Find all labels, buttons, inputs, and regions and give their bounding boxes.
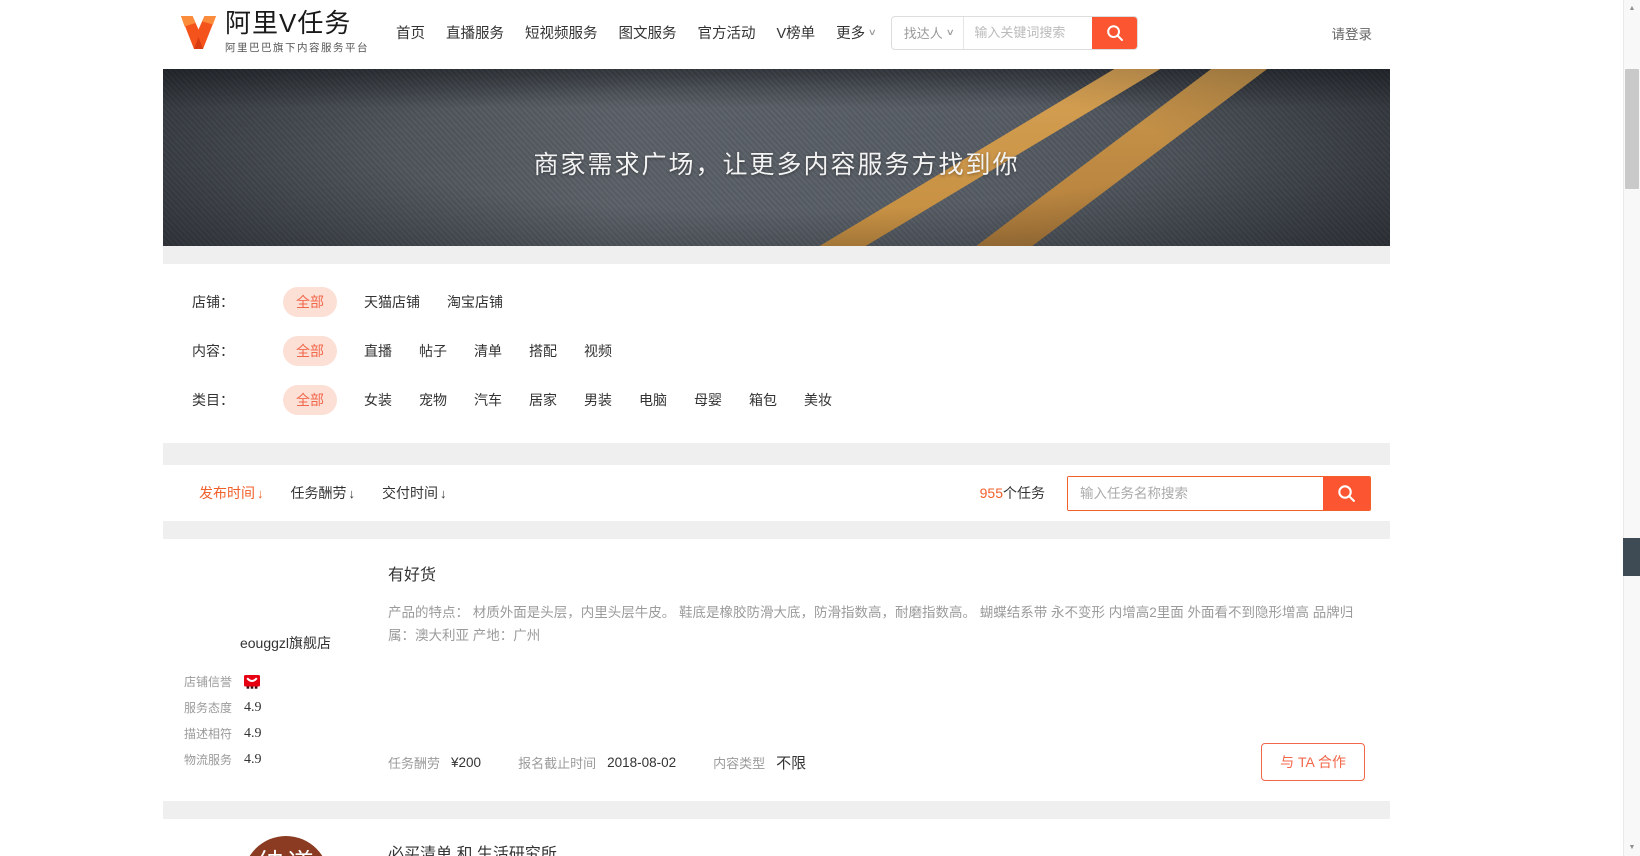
filter-option[interactable]: 清单 [474,336,502,366]
filter-option-all[interactable]: 全部 [283,287,337,317]
filter-option-all[interactable]: 全部 [283,385,337,415]
sort-bar: 发布时间↓ 任务酬劳↓ 交付时间↓ 955个任务 [163,465,1390,521]
filter-option[interactable]: 天猫店铺 [364,287,420,317]
nav-link-vrank[interactable]: V榜单 [777,22,816,43]
meta-deadline: 报名截止时间 2018-08-02 [518,753,676,772]
top-navbar: 阿里V任务 阿里巴巴旗下内容服务平台 首页 直播服务 短视频服务 图文服务 官方… [0,0,1640,65]
task-search-button[interactable] [1323,477,1370,510]
filter-row-category: 类目： 全部 女装 宠物 汽车 居家 男装 电脑 母婴 箱包 美妆 [192,385,1370,415]
filter-option[interactable]: 宠物 [419,385,447,415]
search-icon [1106,24,1124,42]
scrollbar-up-arrow[interactable]: ▲ [1624,0,1640,17]
filter-option[interactable]: 搭配 [529,336,557,366]
tmall-badge-icon [244,675,260,689]
filter-option[interactable]: 视频 [584,336,612,366]
brand-logo[interactable]: 阿里V任务 阿里巴巴旗下内容服务平台 [180,10,369,55]
filter-option[interactable]: 淘宝店铺 [447,287,503,317]
nav-link-home[interactable]: 首页 [396,22,425,43]
filter-label: 店铺： [192,292,283,312]
brand-tagline: 阿里巴巴旗下内容服务平台 [225,40,369,55]
chevron-down-icon: ∨ [945,27,954,38]
task-card: eouggzl旗舰店 店铺信誉 服务态度 4.9 描述相 [163,539,1390,801]
task-count: 955个任务 [980,483,1045,503]
hero-banner: 商家需求广场，让更多内容服务方找到你 [163,69,1390,246]
filter-row-content: 内容： 全部 直播 帖子 清单 搭配 视频 [192,336,1370,366]
filter-panel: 店铺： 全部 天猫店铺 淘宝店铺 内容： 全部 直播 帖子 清单 搭配 视频 类… [163,264,1390,443]
scrollbar-thumb[interactable] [1625,69,1639,189]
scrollbar[interactable]: ▲ ▼ [1623,0,1640,856]
store-reputation-row: 店铺信誉 [183,673,388,690]
navbar-search-button[interactable] [1092,17,1137,49]
filter-option[interactable]: 居家 [529,385,557,415]
rating-value: 4.9 [244,726,262,742]
filter-option-all[interactable]: 全部 [283,336,337,366]
store-name[interactable]: eouggzl旗舰店 [183,633,388,653]
arrow-down-icon: ↓ [440,486,447,501]
store-panel: eouggzl旗舰店 店铺信誉 服务态度 4.9 描述相 [163,561,388,781]
arrow-down-icon: ↓ [349,486,356,501]
task-meta-row: 任务酬劳 ¥200 报名截止时间 2018-08-02 内容类型 不限 与 TA… [388,743,1365,781]
brand-name: 阿里V任务 [225,10,369,36]
filter-option[interactable]: 母婴 [694,385,722,415]
filter-option[interactable]: 男装 [584,385,612,415]
sort-publish-time[interactable]: 发布时间↓ [199,483,264,503]
rating-value: 4.9 [244,700,262,716]
filter-option[interactable]: 汽车 [474,385,502,415]
task-count-number: 955 [980,485,1003,501]
filter-option[interactable]: 直播 [364,336,392,366]
filter-option[interactable]: 女装 [364,385,392,415]
scrollbar-down-arrow[interactable]: ▼ [1624,839,1640,856]
store-logo-placeholder [183,561,388,633]
login-link[interactable]: 请登录 [1332,23,1373,43]
filter-option[interactable]: 箱包 [749,385,777,415]
rating-row: 物流服务 4.9 [183,751,388,768]
filter-label: 类目： [192,390,283,410]
search-icon [1337,484,1356,503]
cooperate-button[interactable]: 与 TA 合作 [1261,743,1365,781]
main-content: 商家需求广场，让更多内容服务方找到你 店铺： 全部 天猫店铺 淘宝店铺 内容： … [163,69,1390,856]
rating-row: 服务态度 4.9 [183,699,388,716]
rating-value: 4.9 [244,752,262,768]
filter-option[interactable]: 电脑 [639,385,667,415]
nav-link-shortvideo[interactable]: 短视频服务 [525,22,598,43]
filter-option[interactable]: 美妆 [804,385,832,415]
store-logo[interactable]: 绅道 衣品 [243,836,329,856]
sort-delivery-time[interactable]: 交付时间↓ [382,483,447,503]
filter-label: 内容： [192,341,283,361]
nav-more-menu[interactable]: 更多 ∨ [836,22,876,43]
nav-link-live[interactable]: 直播服务 [446,22,504,43]
meta-content-type: 内容类型 不限 [713,752,806,773]
meta-task-pay: 任务酬劳 ¥200 [388,753,481,772]
feedback-floating-tab[interactable] [1623,538,1640,576]
nav-links: 首页 直播服务 短视频服务 图文服务 官方活动 V榜单 更多 ∨ [396,22,891,43]
task-description: 产品的特点： 材质外面是头层，内里头层牛皮。 鞋底是橡胶防滑大底，防滑指数高，耐… [388,601,1356,647]
task-card: 绅道 衣品 必买清单 和 生活研究所 绅道衣品 2013年入驻天猫 专注男士西裤… [163,819,1390,856]
nav-link-official[interactable]: 官方活动 [698,22,756,43]
v-logo-icon [180,15,217,50]
nav-link-graphic[interactable]: 图文服务 [619,22,677,43]
task-search-input[interactable] [1068,477,1323,510]
chevron-down-icon: ∨ [868,27,877,38]
navbar-search-group: 找达人 ∨ [891,16,1139,50]
filter-option[interactable]: 帖子 [419,336,447,366]
sort-task-pay[interactable]: 任务酬劳↓ [291,483,356,503]
store-panel: 绅道 衣品 [163,834,388,856]
navbar-search-input[interactable] [964,17,1092,49]
task-title[interactable]: 有好货 [388,561,1365,585]
task-title[interactable]: 必买清单 和 生活研究所 [388,840,1365,856]
rating-row: 描述相符 4.9 [183,725,388,742]
task-search-group [1067,476,1371,511]
filter-row-shop: 店铺： 全部 天猫店铺 淘宝店铺 [192,287,1370,317]
hero-title: 商家需求广场，让更多内容服务方找到你 [163,69,1390,246]
arrow-down-icon: ↓ [257,486,264,501]
search-category-select[interactable]: 找达人 ∨ [892,17,965,49]
